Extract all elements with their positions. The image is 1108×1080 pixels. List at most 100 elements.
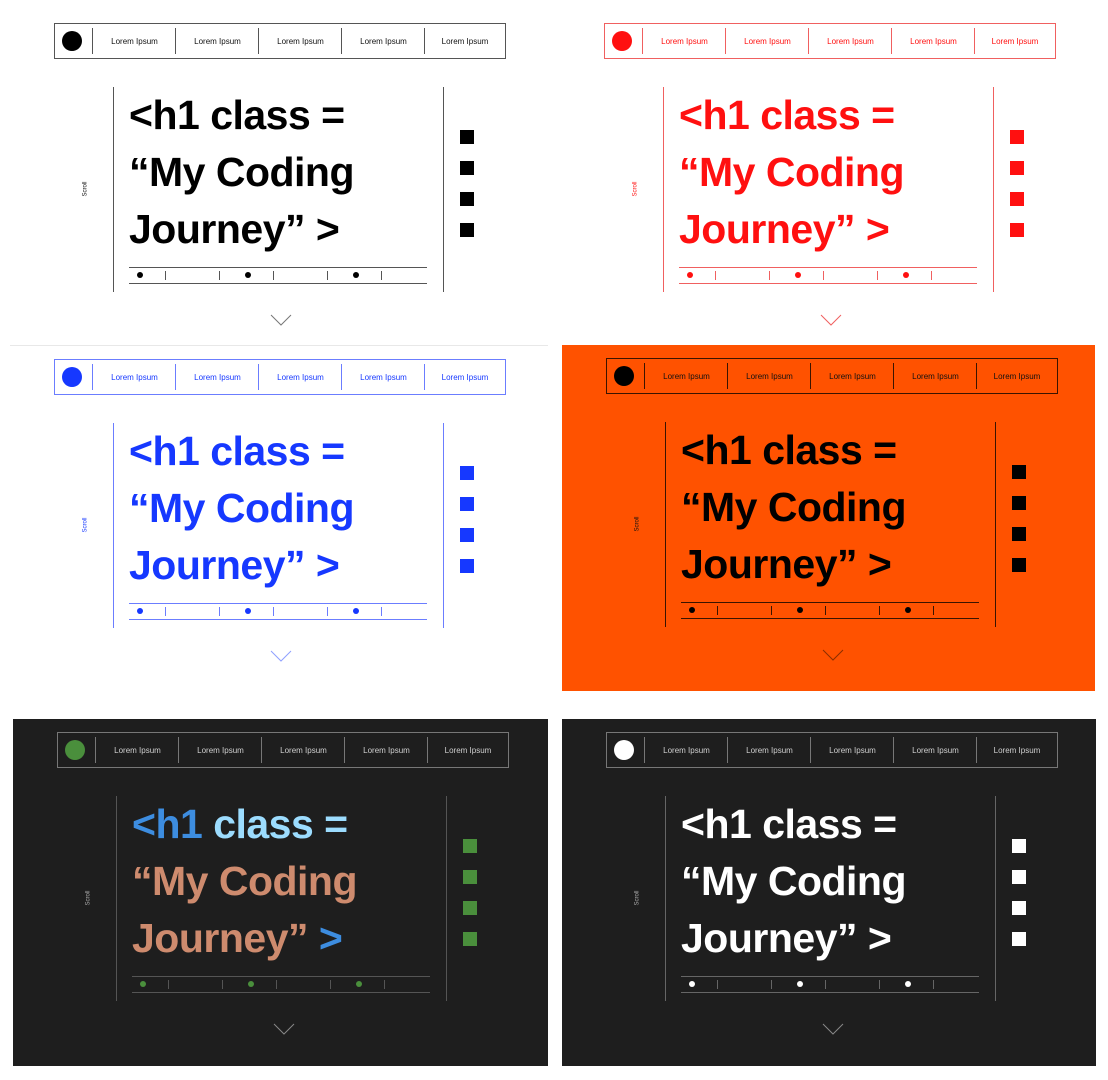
nav-item-2[interactable]: Lorem Ipsum xyxy=(176,360,259,394)
nav-square-1[interactable] xyxy=(1012,839,1026,853)
slider-dot-2[interactable] xyxy=(795,272,801,278)
nav-item-2[interactable]: Lorem Ipsum xyxy=(726,24,809,58)
nav-square-4[interactable] xyxy=(460,223,474,237)
slider-dot-3[interactable] xyxy=(353,608,359,614)
logo-circle[interactable] xyxy=(65,740,85,760)
nav-item-4[interactable]: Lorem Ipsum xyxy=(342,360,425,394)
nav-square-2[interactable] xyxy=(460,497,474,511)
slider-tick xyxy=(381,271,382,280)
nav-item-3[interactable]: Lorem Ipsum xyxy=(809,24,892,58)
logo-circle[interactable] xyxy=(614,740,634,760)
slider-dot-1[interactable] xyxy=(137,272,143,278)
nav-item-4[interactable]: Lorem Ipsum xyxy=(894,359,977,393)
slider-dot-2[interactable] xyxy=(797,607,803,613)
nav-square-2[interactable] xyxy=(1012,496,1026,510)
nav-square-3[interactable] xyxy=(460,528,474,542)
nav-square-4[interactable] xyxy=(463,932,477,946)
nav-square-3[interactable] xyxy=(1012,527,1026,541)
nav-item-3[interactable]: Lorem Ipsum xyxy=(262,733,345,767)
nav-square-4[interactable] xyxy=(1010,223,1024,237)
theme-panel-black: Lorem Ipsum Lorem Ipsum Lorem Ipsum Lorem I… xyxy=(10,10,550,340)
nav-item-1[interactable]: Lorem Ipsum xyxy=(93,360,176,394)
slider-dot-1[interactable] xyxy=(687,272,693,278)
nav-item-5[interactable]: Lorem Ipsum xyxy=(975,24,1055,58)
nav-item-4[interactable]: Lorem Ipsum xyxy=(345,733,428,767)
nav-square-3[interactable] xyxy=(460,192,474,206)
chevron-down-icon[interactable] xyxy=(270,313,292,326)
nav-item-3[interactable]: Lorem Ipsum xyxy=(259,360,342,394)
frame-right-line xyxy=(443,87,444,292)
nav-item-2[interactable]: Lorem Ipsum xyxy=(176,24,259,58)
nav-square-2[interactable] xyxy=(1012,870,1026,884)
headline: <h1 class = “My Coding Journey” > xyxy=(681,422,907,593)
nav-item-2[interactable]: Lorem Ipsum xyxy=(728,733,811,767)
logo-circle[interactable] xyxy=(62,31,82,51)
slider-tick xyxy=(771,980,772,989)
logo-circle[interactable] xyxy=(614,366,634,386)
nav-item-3[interactable]: Lorem Ipsum xyxy=(259,24,342,58)
nav-square-3[interactable] xyxy=(1010,192,1024,206)
nav-item-4[interactable]: Lorem Ipsum xyxy=(892,24,975,58)
nav-square-2[interactable] xyxy=(463,870,477,884)
slider-dot-2[interactable] xyxy=(248,981,254,987)
nav-item-2[interactable]: Lorem Ipsum xyxy=(728,359,811,393)
chevron-down-icon[interactable] xyxy=(820,313,842,326)
nav-item-4[interactable]: Lorem Ipsum xyxy=(894,733,977,767)
nav-square-1[interactable] xyxy=(463,839,477,853)
nav-square-2[interactable] xyxy=(460,161,474,175)
nav-square-1[interactable] xyxy=(460,466,474,480)
slider-top-line xyxy=(681,976,979,977)
nav-square-1[interactable] xyxy=(1012,465,1026,479)
nav-item-1[interactable]: Lorem Ipsum xyxy=(643,24,726,58)
nav-square-3[interactable] xyxy=(1012,901,1026,915)
chevron-down-icon[interactable] xyxy=(822,1022,844,1035)
nav-item-1[interactable]: Lorem Ipsum xyxy=(96,733,179,767)
nav-square-1[interactable] xyxy=(1010,130,1024,144)
pagination-slider xyxy=(129,267,427,284)
logo-circle[interactable] xyxy=(62,367,82,387)
slider-dot-1[interactable] xyxy=(140,981,146,987)
nav-item-5[interactable]: Lorem Ipsum xyxy=(977,733,1057,767)
headline: <h1 class = “My Coding Journey” > xyxy=(129,423,355,594)
headline-attr: class = xyxy=(751,801,897,847)
slider-dot-3[interactable] xyxy=(903,272,909,278)
nav-item-2[interactable]: Lorem Ipsum xyxy=(179,733,262,767)
nav-square-4[interactable] xyxy=(460,559,474,573)
nav-item-3[interactable]: Lorem Ipsum xyxy=(811,359,894,393)
slider-dot-3[interactable] xyxy=(905,607,911,613)
nav-item-4[interactable]: Lorem Ipsum xyxy=(342,24,425,58)
slider-dot-2[interactable] xyxy=(797,981,803,987)
slider-dot-2[interactable] xyxy=(245,608,251,614)
slider-tick xyxy=(273,607,274,616)
slider-dot-3[interactable] xyxy=(905,981,911,987)
slider-dot-2[interactable] xyxy=(245,272,251,278)
frame-left-line xyxy=(663,87,664,292)
nav-square-1[interactable] xyxy=(460,130,474,144)
nav-item-1[interactable]: Lorem Ipsum xyxy=(645,733,728,767)
chevron-down-icon[interactable] xyxy=(270,649,292,662)
chevron-down-icon[interactable] xyxy=(822,648,844,661)
slider-dot-3[interactable] xyxy=(356,981,362,987)
theme-panel-white-dark: Lorem Ipsum Lorem Ipsum Lorem Ipsum Lorem I… xyxy=(562,719,1096,1066)
nav-item-1[interactable]: Lorem Ipsum xyxy=(645,359,728,393)
nav-item-5[interactable]: Lorem Ipsum xyxy=(977,359,1057,393)
nav-square-4[interactable] xyxy=(1012,932,1026,946)
nav-item-1[interactable]: Lorem Ipsum xyxy=(93,24,176,58)
nav-item-5[interactable]: Lorem Ipsum xyxy=(425,360,505,394)
slider-dot-1[interactable] xyxy=(137,608,143,614)
nav-square-2[interactable] xyxy=(1010,161,1024,175)
nav-item-5[interactable]: Lorem Ipsum xyxy=(425,24,505,58)
nav-item-5[interactable]: Lorem Ipsum xyxy=(428,733,508,767)
nav-item-3[interactable]: Lorem Ipsum xyxy=(811,733,894,767)
nav-square-4[interactable] xyxy=(1012,558,1026,572)
headline-string-end: Journey” xyxy=(681,915,858,961)
headline-tag-open: <h1 xyxy=(129,92,200,138)
slider-tick xyxy=(276,980,277,989)
slider-dot-1[interactable] xyxy=(689,981,695,987)
logo-circle[interactable] xyxy=(612,31,632,51)
chevron-down-icon[interactable] xyxy=(273,1022,295,1035)
nav-square-3[interactable] xyxy=(463,901,477,915)
frame-right-line xyxy=(995,422,996,627)
slider-dot-1[interactable] xyxy=(689,607,695,613)
slider-dot-3[interactable] xyxy=(353,272,359,278)
